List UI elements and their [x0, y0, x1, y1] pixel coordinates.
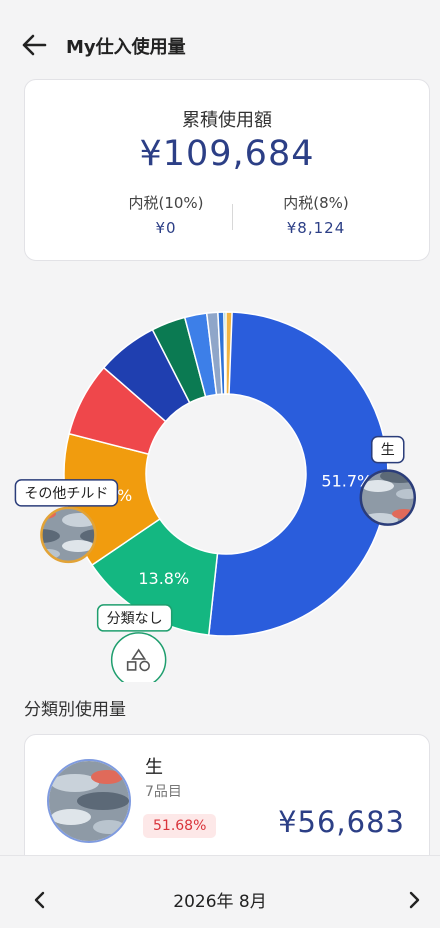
category-callout-label-raw-text: 生 [381, 443, 395, 459]
tax-8-label: 内税(8%) [283, 194, 349, 212]
category-donut-chart: 51.7%13.8%13.5% 生分類なしその他チルド [0, 262, 440, 682]
chevron-right-icon [409, 891, 420, 909]
month-navigation-bar: 2026年 8月 [0, 855, 440, 928]
category-callout-label-unclassified[interactable]: 分類なし [96, 604, 173, 632]
tax-8-value: ¥8,124 [286, 219, 346, 237]
donut-slice-percent-label: 13.8% [138, 569, 189, 588]
total-usage-label: 累積使用額 [182, 110, 272, 131]
tax-10-label: 内税(10%) [128, 194, 204, 212]
donut-svg: 51.7%13.8%13.5% 生分類なしその他チルド [14, 311, 417, 682]
tax-divider [232, 204, 233, 230]
category-callout-icon-unclassified-ring [110, 632, 167, 682]
category-thumbnail [47, 759, 131, 843]
category-callout-label-other-chilled-text: その他チルド [24, 486, 108, 502]
total-usage-amount: ¥109,684 [139, 134, 315, 174]
page-title: My仕入使用量 [66, 37, 186, 58]
fish-image-icon [49, 761, 129, 841]
tax-10-value: ¥0 [155, 219, 177, 237]
current-month-label: 2026年 8月 [173, 892, 267, 912]
category-name: 生 [145, 757, 163, 778]
app-header: My仕入使用量 [0, 0, 440, 90]
tax-8-block: 内税(8%) ¥8,124 [241, 192, 391, 237]
category-callout-icon-unclassified[interactable] [110, 632, 167, 682]
category-callout-image-other-chilled[interactable] [40, 506, 97, 564]
tax-10-block: 内税(10%) ¥0 [91, 192, 241, 237]
section-title: 分類別使用量 [24, 700, 126, 720]
arrow-left-icon [22, 34, 47, 56]
back-button[interactable] [18, 30, 52, 60]
next-month-button[interactable] [400, 886, 428, 914]
category-share-badge: 51.68% [143, 814, 217, 838]
total-usage-card: 累積使用額 ¥109,684 内税(10%) ¥0 内税(8%) ¥8,124 [24, 79, 430, 261]
category-callout-image-raw[interactable] [359, 469, 417, 526]
category-callout-label-other-chilled[interactable]: その他チルド [14, 479, 119, 507]
category-callout-label-unclassified-text: 分類なし [107, 611, 163, 627]
category-amount: ¥56,683 [278, 805, 405, 839]
category-callout-label-raw[interactable]: 生 [371, 435, 405, 464]
category-item-count: 7品目 [145, 784, 182, 800]
